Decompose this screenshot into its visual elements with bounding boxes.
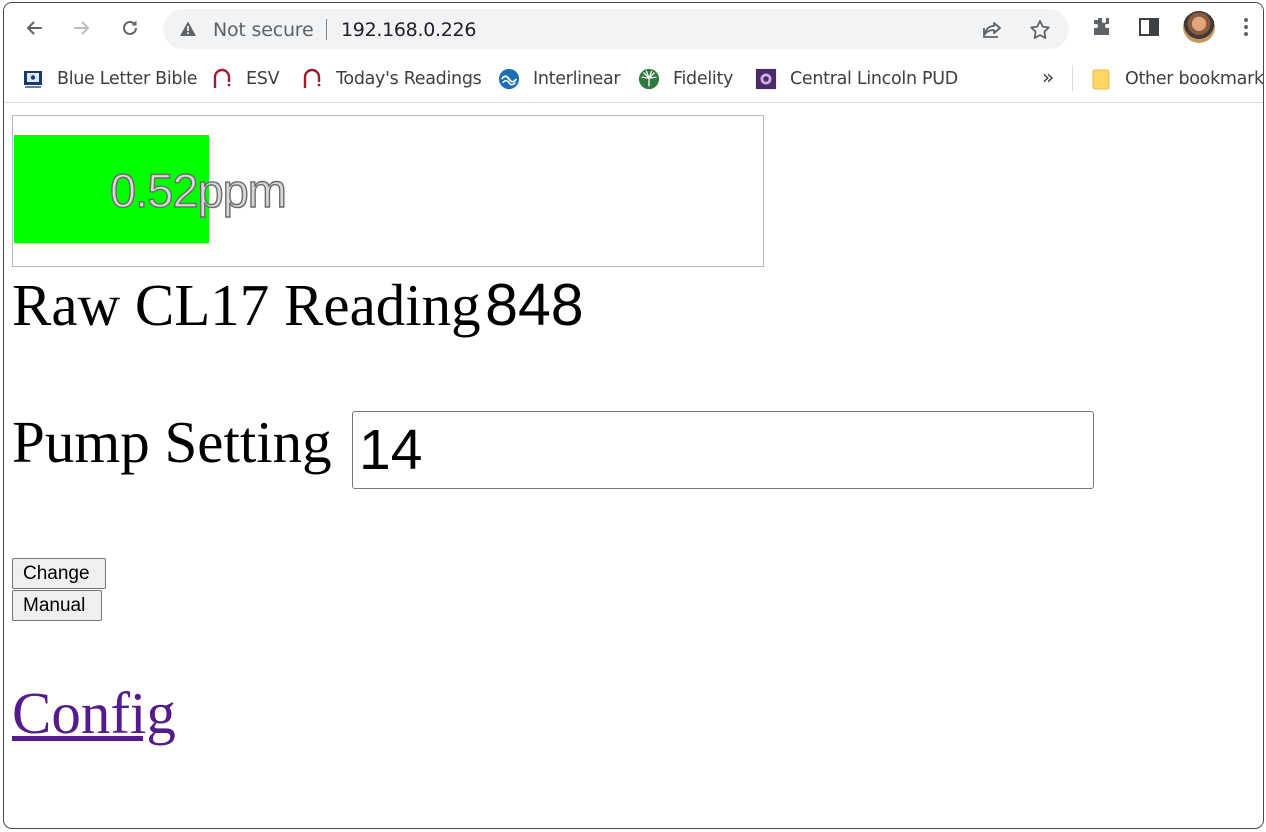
extensions-icon[interactable]	[1089, 15, 1113, 39]
bookmark-fidelity[interactable]: Fidelity	[638, 64, 733, 94]
manual-button[interactable]: Manual	[12, 590, 102, 621]
gauge-reading: 0.52ppm	[109, 163, 287, 217]
bookmarks-divider	[1072, 65, 1073, 91]
interlinear-icon	[498, 68, 520, 90]
pump-setting-input[interactable]	[352, 411, 1094, 489]
forward-arrow-icon	[74, 21, 90, 35]
bookmark-star-icon[interactable]	[1028, 18, 1052, 42]
fidelity-icon	[638, 68, 660, 90]
bookmarks-bar: Blue Letter Bible ESV Today's Readings I…	[4, 57, 1263, 101]
share-icon[interactable]	[980, 18, 1004, 42]
chlorine-gauge: 0.52ppm	[12, 115, 764, 267]
pump-setting-line: Pump Setting	[12, 408, 1094, 489]
esv-icon	[301, 68, 323, 90]
address-bar[interactable]: Not secure 192.168.0.226	[163, 9, 1069, 49]
page-content: 0.52ppm Raw CL17 Reading 848 Pump Settin…	[4, 103, 1263, 828]
pud-icon	[755, 68, 777, 90]
change-button[interactable]: Change	[12, 558, 106, 589]
bookmarks-overflow-button[interactable]: »	[1042, 65, 1054, 89]
reload-button[interactable]	[114, 12, 146, 44]
pump-setting-label: Pump Setting	[12, 409, 332, 475]
esv-icon	[211, 68, 233, 90]
side-panel-icon[interactable]	[1137, 15, 1161, 39]
bookmark-esv[interactable]: ESV	[211, 64, 280, 94]
bookmark-blue-letter-bible[interactable]: Blue Letter Bible	[22, 64, 198, 94]
book-icon	[22, 68, 44, 90]
bookmark-interlinear[interactable]: Interlinear	[498, 64, 621, 94]
browser-window: Not secure 192.168.0.226 Blue Letter Bib…	[3, 2, 1264, 829]
reload-icon	[123, 20, 137, 35]
forward-button[interactable]	[66, 12, 98, 44]
url-text[interactable]: 192.168.0.226	[341, 19, 476, 41]
raw-reading-value: 848	[485, 272, 584, 338]
warning-icon	[180, 21, 196, 36]
bookmark-central-lincoln-pud[interactable]: Central Lincoln PUD	[755, 64, 958, 94]
bookmark-other-bookmarks[interactable]: Other bookmarks	[1090, 64, 1263, 94]
profile-avatar[interactable]	[1183, 11, 1215, 43]
security-status[interactable]: Not secure	[213, 19, 314, 41]
back-button[interactable]	[18, 12, 50, 44]
raw-reading-label: Raw CL17 Reading	[12, 272, 481, 338]
bookmark-todays-readings[interactable]: Today's Readings	[301, 64, 482, 94]
menu-kebab-icon[interactable]	[1234, 15, 1258, 39]
back-arrow-icon	[26, 21, 42, 35]
raw-reading-line: Raw CL17 Reading 848	[12, 271, 584, 340]
browser-toolbar: Not secure 192.168.0.226	[4, 3, 1263, 55]
folder-icon	[1090, 68, 1112, 90]
address-divider	[326, 19, 327, 40]
config-link[interactable]: Config	[12, 679, 176, 748]
